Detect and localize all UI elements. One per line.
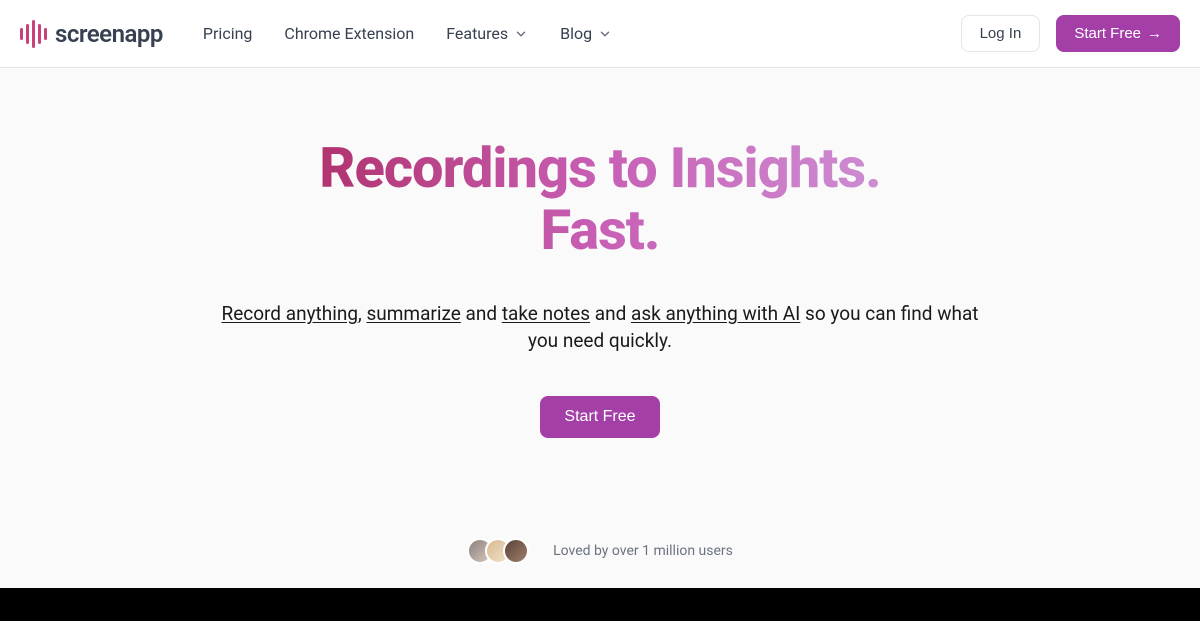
header-left: screenapp Pricing Chrome Extension Featu… [20, 18, 612, 50]
hero-title: Recordings to Insights. Fast. [319, 138, 880, 261]
social-proof: Loved by over 1 million users [0, 538, 1200, 564]
logo-text: screenapp [55, 20, 163, 48]
nav-pricing[interactable]: Pricing [203, 24, 253, 43]
login-button[interactable]: Log In [961, 15, 1041, 52]
avatar [503, 538, 529, 564]
start-free-hero-button[interactable]: Start Free [540, 396, 659, 438]
link-record-anything[interactable]: Record anything [221, 302, 358, 325]
social-proof-text: Loved by over 1 million users [553, 543, 733, 559]
start-free-header-button[interactable]: Start Free → [1056, 15, 1180, 52]
nav-features[interactable]: Features [446, 24, 528, 43]
nav-label: Features [446, 24, 508, 43]
logo[interactable]: screenapp [20, 18, 163, 50]
chevron-down-icon [514, 27, 528, 41]
nav-label: Chrome Extension [284, 24, 414, 43]
hero-cta-wrap: Start Free [0, 396, 1200, 438]
chevron-down-icon [598, 27, 612, 41]
audio-bars-icon [20, 18, 47, 50]
sep: and [461, 302, 502, 325]
hero-title-line2: Fast. [319, 200, 880, 262]
main-nav: Pricing Chrome Extension Features Blog [203, 24, 612, 43]
header-right: Log In Start Free → [961, 15, 1180, 52]
button-label: Start Free [1074, 25, 1141, 42]
nav-chrome-extension[interactable]: Chrome Extension [284, 24, 414, 43]
site-header: screenapp Pricing Chrome Extension Featu… [0, 0, 1200, 68]
nav-label: Pricing [203, 24, 253, 43]
link-take-notes[interactable]: take notes [502, 302, 590, 325]
hero-section: Recordings to Insights. Fast. Record any… [0, 68, 1200, 588]
arrow-right-icon: → [1147, 25, 1162, 42]
footer-bar [0, 588, 1200, 621]
link-ask-ai[interactable]: ask anything with AI [631, 302, 800, 325]
sep: and [590, 302, 631, 325]
nav-label: Blog [560, 24, 592, 43]
hero-subtitle: Record anything, summarize and take note… [210, 301, 990, 354]
avatar-stack [467, 538, 529, 564]
link-summarize[interactable]: summarize [366, 302, 460, 325]
nav-blog[interactable]: Blog [560, 24, 612, 43]
hero-title-line1: Recordings to Insights. [319, 138, 880, 200]
